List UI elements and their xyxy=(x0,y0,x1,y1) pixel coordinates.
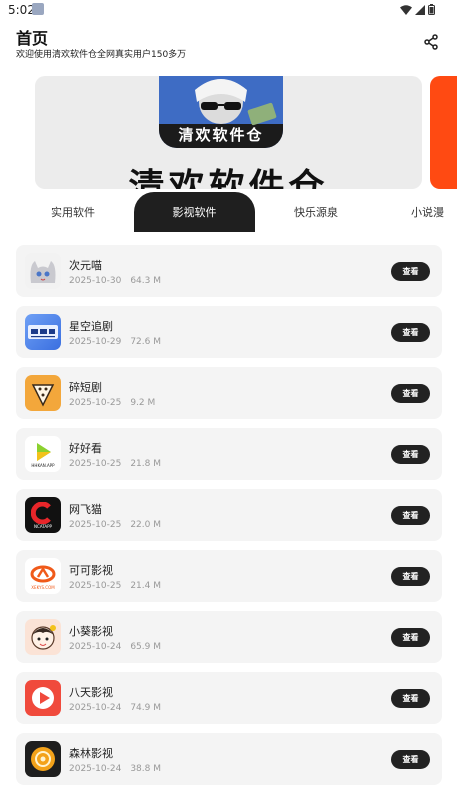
red-play-icon xyxy=(25,680,61,716)
app-name: 网飞猫 xyxy=(69,503,102,516)
list-item[interactable]: 小葵影视 2025-10-24 65.9 M 查看 xyxy=(16,611,442,663)
view-button[interactable]: 查看 xyxy=(391,323,430,342)
status-bar: 5:02 xyxy=(0,0,457,20)
app-size: 21.4 M xyxy=(130,581,161,591)
app-name: 好好看 xyxy=(69,442,102,455)
anime-cat-icon xyxy=(25,253,61,289)
app-size: 9.2 M xyxy=(130,398,156,408)
category-tabs: 实用软件 影视软件 快乐源泉 小说漫 xyxy=(0,192,457,232)
app-meta: 2025-10-25 21.8 M xyxy=(69,459,161,469)
signal-icon xyxy=(415,4,425,15)
icon-label: XEKYS.COM xyxy=(31,584,55,590)
app-meta: 2025-10-24 38.8 M xyxy=(69,764,161,774)
tab-video-apps[interactable]: 影视软件 xyxy=(134,192,255,232)
list-item[interactable]: 八天影视 2025-10-24 74.9 M 查看 xyxy=(16,672,442,724)
banner-card[interactable]: 清欢软件仓 清欢软件仓 xyxy=(35,76,422,189)
view-button[interactable]: 查看 xyxy=(391,384,430,403)
starry-drama-icon xyxy=(25,314,61,350)
share-button[interactable] xyxy=(419,30,443,54)
share-icon xyxy=(424,34,438,50)
app-date: 2025-10-25 xyxy=(69,459,122,469)
film-slice-icon xyxy=(25,375,61,411)
banner-carousel[interactable]: 清欢软件仓 清欢软件仓 xyxy=(0,74,457,192)
view-button[interactable]: 查看 xyxy=(391,445,430,464)
banner-art-text: 清欢软件仓 xyxy=(178,126,264,144)
page-title: 首页 xyxy=(16,29,49,48)
banner-title: 清欢软件仓 xyxy=(128,167,329,189)
app-meta: 2025-10-30 64.3 M xyxy=(69,276,161,286)
view-button[interactable]: 查看 xyxy=(391,689,430,708)
icon-label: NCATAPP xyxy=(34,523,52,529)
app-size: 21.8 M xyxy=(130,459,161,469)
tab-novel-comics[interactable]: 小说漫 xyxy=(411,192,457,232)
status-indicators xyxy=(400,4,435,15)
banner-next-card[interactable] xyxy=(430,76,457,189)
app-name: 星空追剧 xyxy=(69,320,113,333)
list-item[interactable]: 碎短剧 2025-10-25 9.2 M 查看 xyxy=(16,367,442,419)
app-size: 38.8 M xyxy=(130,764,161,774)
view-button[interactable]: 查看 xyxy=(391,628,430,647)
app-meta: 2025-10-29 72.6 M xyxy=(69,337,161,347)
header: 首页 欢迎使用清欢软件仓全网真实用户150多万 xyxy=(0,20,457,64)
app-date: 2025-10-24 xyxy=(69,703,122,713)
app-size: 72.6 M xyxy=(130,337,161,347)
app-date: 2025-10-25 xyxy=(69,398,122,408)
app-name: 森林影视 xyxy=(69,747,113,760)
view-button[interactable]: 查看 xyxy=(391,750,430,769)
app-size: 64.3 M xyxy=(130,276,161,286)
app-date: 2025-10-29 xyxy=(69,337,122,347)
app-name: 八天影视 xyxy=(69,686,113,699)
view-button[interactable]: 查看 xyxy=(391,567,430,586)
app-meta: 2025-10-25 21.4 M xyxy=(69,581,161,591)
app-size: 74.9 M xyxy=(130,703,161,713)
list-item[interactable]: 次元喵 2025-10-30 64.3 M 查看 xyxy=(16,245,442,297)
app-size: 65.9 M xyxy=(130,642,161,652)
banner-artwork: 清欢软件仓 xyxy=(159,76,283,148)
keke-logo-icon: XEKYS.COM xyxy=(25,558,61,594)
wifi-icon xyxy=(400,4,412,15)
status-time: 5:02 xyxy=(8,3,35,17)
view-button[interactable]: 查看 xyxy=(391,262,430,281)
list-item[interactable]: 森林影视 2025-10-24 38.8 M 查看 xyxy=(16,733,442,785)
cartoon-girl-icon xyxy=(25,619,61,655)
app-name: 碎短剧 xyxy=(69,381,102,394)
app-meta: 2025-10-24 74.9 M xyxy=(69,703,161,713)
icon-label: HHKAN.APP xyxy=(31,462,55,468)
list-item[interactable]: HHKAN.APP 好好看 2025-10-25 21.8 M 查看 xyxy=(16,428,442,480)
list-item[interactable]: NCATAPP 网飞猫 2025-10-25 22.0 M 查看 xyxy=(16,489,442,541)
battery-icon xyxy=(428,4,435,15)
app-meta: 2025-10-25 9.2 M xyxy=(69,398,155,408)
ncat-logo-icon: NCATAPP xyxy=(25,497,61,533)
notification-app-icon xyxy=(32,3,44,15)
page-subtitle: 欢迎使用清欢软件仓全网真实用户150多万 xyxy=(16,50,187,60)
tab-utility-apps[interactable]: 实用软件 xyxy=(40,192,106,232)
app-meta: 2025-10-25 22.0 M xyxy=(69,520,161,530)
play-arrow-icon: HHKAN.APP xyxy=(25,436,61,472)
view-button[interactable]: 查看 xyxy=(391,506,430,525)
app-date: 2025-10-25 xyxy=(69,581,122,591)
app-name: 次元喵 xyxy=(69,259,102,272)
app-date: 2025-10-25 xyxy=(69,520,122,530)
list-item[interactable]: 星空追剧 2025-10-29 72.6 M 查看 xyxy=(16,306,442,358)
list-item[interactable]: XEKYS.COM 可可影视 2025-10-25 21.4 M 查看 xyxy=(16,550,442,602)
forest-logo-icon xyxy=(25,741,61,777)
app-date: 2025-10-30 xyxy=(69,276,122,286)
app-date: 2025-10-24 xyxy=(69,642,122,652)
app-meta: 2025-10-24 65.9 M xyxy=(69,642,161,652)
app-size: 22.0 M xyxy=(130,520,161,530)
app-name: 可可影视 xyxy=(69,564,113,577)
tab-fun-sources[interactable]: 快乐源泉 xyxy=(283,192,349,232)
app-name: 小葵影视 xyxy=(69,625,113,638)
app-date: 2025-10-24 xyxy=(69,764,122,774)
